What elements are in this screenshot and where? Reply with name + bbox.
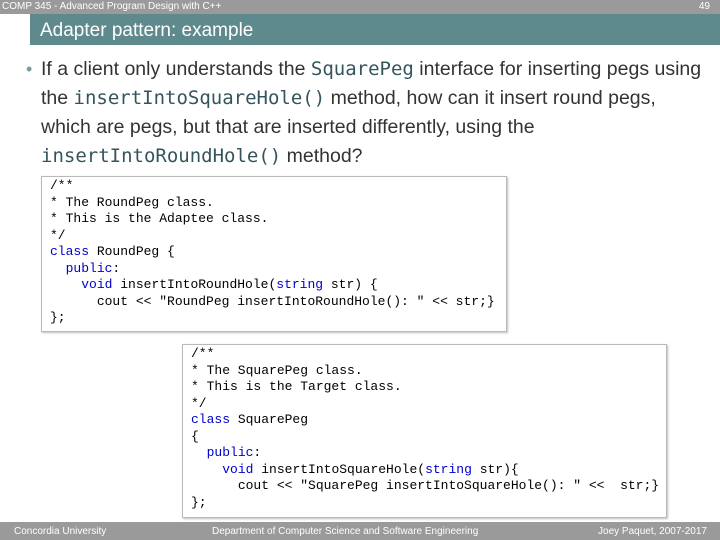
code-line: * The RoundPeg class. [50,194,214,210]
code-keyword: void [81,277,113,292]
code-keyword: string [425,461,472,477]
code-text: : [253,445,262,460]
code-text: RoundPeg { [89,244,175,259]
code-line: /** [50,178,74,193]
code-line: /** [191,346,215,361]
bullet-text: If a client only understands the SquareP… [41,55,706,171]
code-text: { [191,428,199,444]
footer-author: Joey Paquet, 2007-2017 [598,526,707,537]
code-text: insertIntoSquareHole( [253,461,426,477]
slide-title-bar: Adapter pattern: example [30,14,720,45]
code-text: cout << "RoundPeg insertIntoRoundHole():… [96,293,495,309]
code-line: * This is the Adaptee class. [50,211,269,226]
code-text: SquarePeg [230,412,309,427]
code-text: str) { [323,277,378,292]
footer-bar: Concordia University Department of Compu… [0,522,720,540]
code-line: * This is the Target class. [191,379,402,394]
squarepeg-code-box: /** * The SquarePeg class. * This is the… [182,344,667,518]
code-line: */ [191,395,207,411]
code-keyword: class [191,412,231,427]
bullet-code-squarepeg: SquarePeg [310,58,414,80]
code-keyword: public [206,445,254,460]
roundpeg-code-box: /** * The RoundPeg class. * This is the … [41,176,507,332]
code-keyword: class [50,244,90,259]
code-keyword: void [222,461,254,477]
bullet-icon: • [26,59,33,79]
bullet-code-insertintosquarehole: insertIntoSquareHole() [73,87,326,109]
header-bar: COMP 345 - Advanced Program Design with … [0,0,720,14]
code-text: : [112,260,121,276]
bullet-point: • If a client only understands the Squar… [26,55,706,171]
code-text: str){ [471,461,519,477]
code-line: * The SquarePeg class. [191,362,363,378]
code-text: cout << "SquarePeg insertIntoSquareHole(… [237,478,660,493]
bullet-code-insertintoroundhole: insertIntoRoundHole() [41,145,282,167]
code-text: insertIntoRoundHole( [112,277,277,292]
code-line: */ [50,227,66,243]
course-title: COMP 345 - Advanced Program Design with … [2,1,222,12]
roundpeg-code: /** * The RoundPeg class. * This is the … [42,177,506,327]
footer-department: Department of Computer Science and Softw… [212,526,479,537]
code-keyword: string [276,277,324,292]
footer-university: Concordia University [14,526,107,537]
code-text: }; [191,494,207,510]
slide-title: Adapter pattern: example [40,20,254,41]
page-number: 49 [698,1,710,12]
squarepeg-code: /** * The SquarePeg class. * This is the… [183,345,666,511]
code-keyword: public [65,260,113,276]
bullet-text-part4: method? [281,145,363,167]
code-text: }; [50,310,66,325]
bullet-text-part1: If a client only understands the [41,58,311,80]
